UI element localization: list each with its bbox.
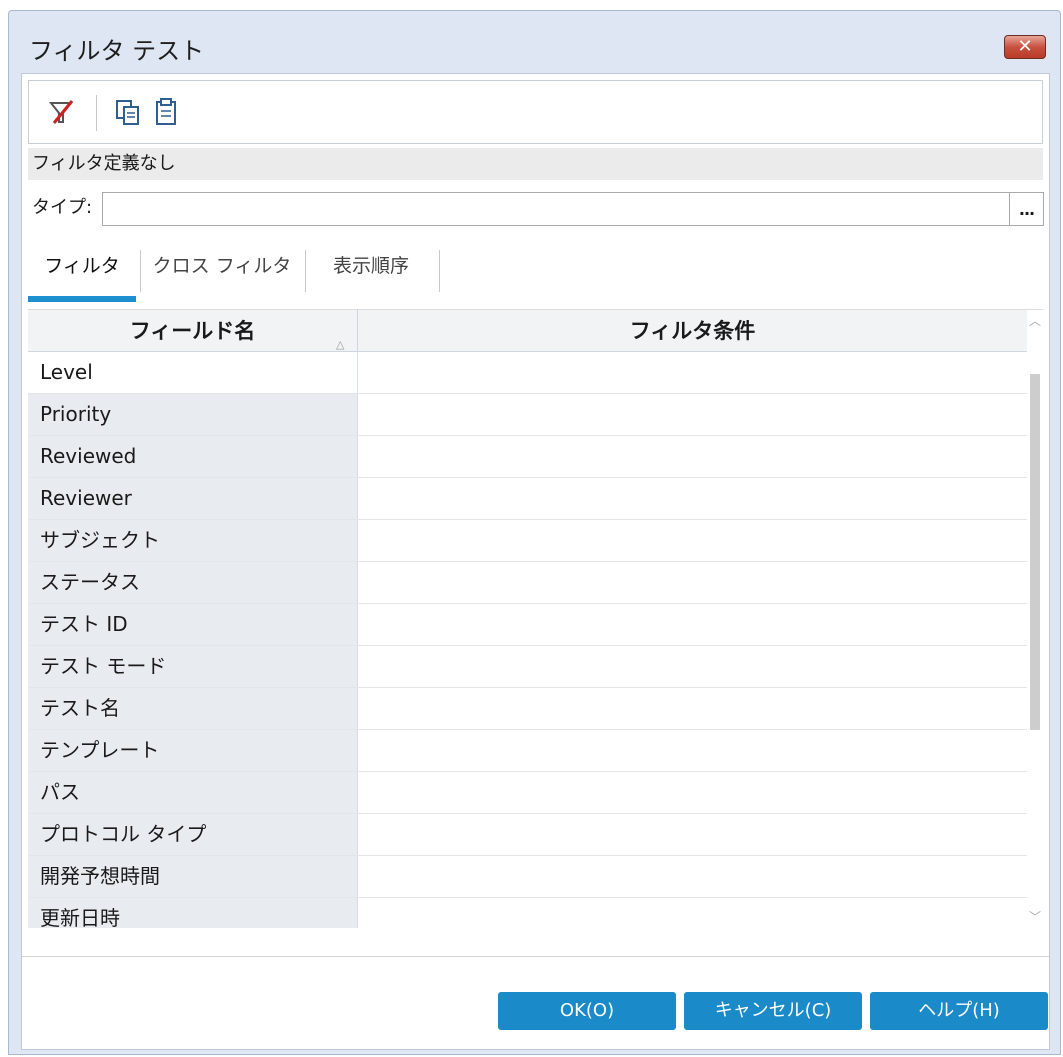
filter-condition-cell[interactable]	[358, 436, 1027, 477]
field-name-cell[interactable]: Priority	[28, 394, 358, 435]
table-row[interactable]: 開発予想時間	[28, 856, 1027, 898]
clear-filter-button[interactable]	[45, 95, 79, 129]
filter-condition-cell[interactable]	[358, 394, 1027, 435]
cancel-button[interactable]: キャンセル(C)	[684, 992, 862, 1030]
tab-filter-label: フィルタ	[44, 255, 120, 277]
filter-condition-cell[interactable]	[358, 814, 1027, 855]
table-row[interactable]: Priority	[28, 394, 1027, 436]
field-name-cell[interactable]: サブジェクト	[28, 520, 358, 561]
filter-status: フィルタ定義なし	[28, 148, 1043, 180]
toolbar	[28, 80, 1043, 144]
field-name-cell[interactable]: テンプレート	[28, 730, 358, 771]
table-row[interactable]: Reviewed	[28, 436, 1027, 478]
table-row[interactable]: テスト ID	[28, 604, 1027, 646]
scroll-down-icon[interactable]: ﹀	[1027, 906, 1043, 928]
filter-condition-cell[interactable]	[358, 562, 1027, 603]
table-row[interactable]: サブジェクト	[28, 520, 1027, 562]
tab-separator	[439, 250, 440, 292]
table-row[interactable]: テンプレート	[28, 730, 1027, 772]
filter-condition-cell[interactable]	[358, 688, 1027, 729]
filter-condition-cell[interactable]	[358, 352, 1027, 393]
tab-filter[interactable]: フィルタ	[28, 240, 136, 302]
field-name-cell[interactable]: テスト ID	[28, 604, 358, 645]
filter-condition-cell[interactable]	[358, 730, 1027, 771]
field-name-cell[interactable]: Level	[28, 352, 358, 393]
field-name-cell[interactable]: Reviewed	[28, 436, 358, 477]
field-name-cell[interactable]: ステータス	[28, 562, 358, 603]
column-header-label: フィルタ条件	[629, 319, 756, 343]
filter-condition-cell[interactable]	[358, 520, 1027, 561]
paste-icon	[156, 98, 176, 125]
footer-divider	[22, 956, 1049, 957]
table-row[interactable]: ステータス	[28, 562, 1027, 604]
grid-header: フィールド名 △ フィルタ条件	[28, 310, 1027, 352]
column-header-filter-condition[interactable]: フィルタ条件	[358, 310, 1027, 352]
dialog-body: フィルタ定義なし タイプ: ... フィルタ クロス フィルタ 表示順序 フィー…	[21, 73, 1050, 1050]
field-name-cell[interactable]: パス	[28, 772, 358, 813]
filter-condition-cell[interactable]	[358, 856, 1027, 897]
tab-cross-filter[interactable]: クロス フィルタ	[142, 240, 302, 302]
table-row[interactable]: プロトコル タイプ	[28, 814, 1027, 856]
dialog-title: フィルタ テスト	[29, 37, 205, 65]
column-header-label: フィールド名	[129, 319, 256, 343]
filter-condition-cell[interactable]	[358, 898, 1027, 928]
tab-display-order-label: 表示順序	[332, 255, 409, 277]
paste-button[interactable]	[149, 95, 183, 129]
toolbar-separator	[96, 95, 97, 131]
field-name-cell[interactable]: 更新日時	[28, 898, 358, 928]
tab-separator	[140, 250, 141, 292]
title-bar[interactable]: フィルタ テスト ✕	[9, 11, 1060, 81]
tab-bar: フィルタ クロス フィルタ 表示順序	[28, 240, 1043, 312]
filter-dialog: フィルタ テスト ✕ フィルタ定義なし タイプ: ... フィルタ クロス フィ…	[8, 10, 1061, 1055]
type-label: タイプ:	[32, 197, 93, 218]
filter-condition-cell[interactable]	[358, 646, 1027, 687]
help-button[interactable]: ヘルプ(H)	[870, 992, 1048, 1030]
field-name-cell[interactable]: テスト名	[28, 688, 358, 729]
column-header-field-name[interactable]: フィールド名 △	[28, 310, 358, 352]
field-name-cell[interactable]: Reviewer	[28, 478, 358, 519]
table-row[interactable]: 更新日時	[28, 898, 1027, 928]
tab-display-order[interactable]: 表示順序	[307, 240, 435, 302]
filter-condition-cell[interactable]	[358, 772, 1027, 813]
copy-icon	[116, 100, 139, 125]
table-row[interactable]: Reviewer	[28, 478, 1027, 520]
field-name-cell[interactable]: テスト モード	[28, 646, 358, 687]
tab-cross-filter-label: クロス フィルタ	[152, 255, 292, 277]
table-row[interactable]: テスト モード	[28, 646, 1027, 688]
scroll-thumb[interactable]	[1030, 374, 1040, 730]
field-name-cell[interactable]: 開発予想時間	[28, 856, 358, 897]
filter-condition-cell[interactable]	[358, 478, 1027, 519]
filter-grid: フィールド名 △ フィルタ条件 Level Priority Reviewed	[28, 310, 1043, 928]
field-name-cell[interactable]: プロトコル タイプ	[28, 814, 358, 855]
ok-button[interactable]: OK(O)	[498, 992, 676, 1030]
grid-rows: Level Priority Reviewed Reviewer サブジェクト	[28, 352, 1027, 928]
close-icon: ✕	[1017, 36, 1033, 57]
type-input[interactable]	[102, 192, 1010, 226]
copy-button[interactable]	[111, 95, 145, 129]
type-browse-button[interactable]: ...	[1010, 192, 1044, 226]
close-button[interactable]: ✕	[1004, 35, 1046, 59]
table-row[interactable]: パス	[28, 772, 1027, 814]
vertical-scrollbar[interactable]: ︿ ﹀	[1027, 310, 1043, 928]
filter-clear-icon	[48, 100, 74, 124]
tab-separator	[305, 250, 306, 292]
scroll-up-icon[interactable]: ︿	[1027, 310, 1043, 332]
table-row[interactable]: テスト名	[28, 688, 1027, 730]
filter-condition-cell[interactable]	[358, 604, 1027, 645]
table-row[interactable]: Level	[28, 352, 1027, 394]
